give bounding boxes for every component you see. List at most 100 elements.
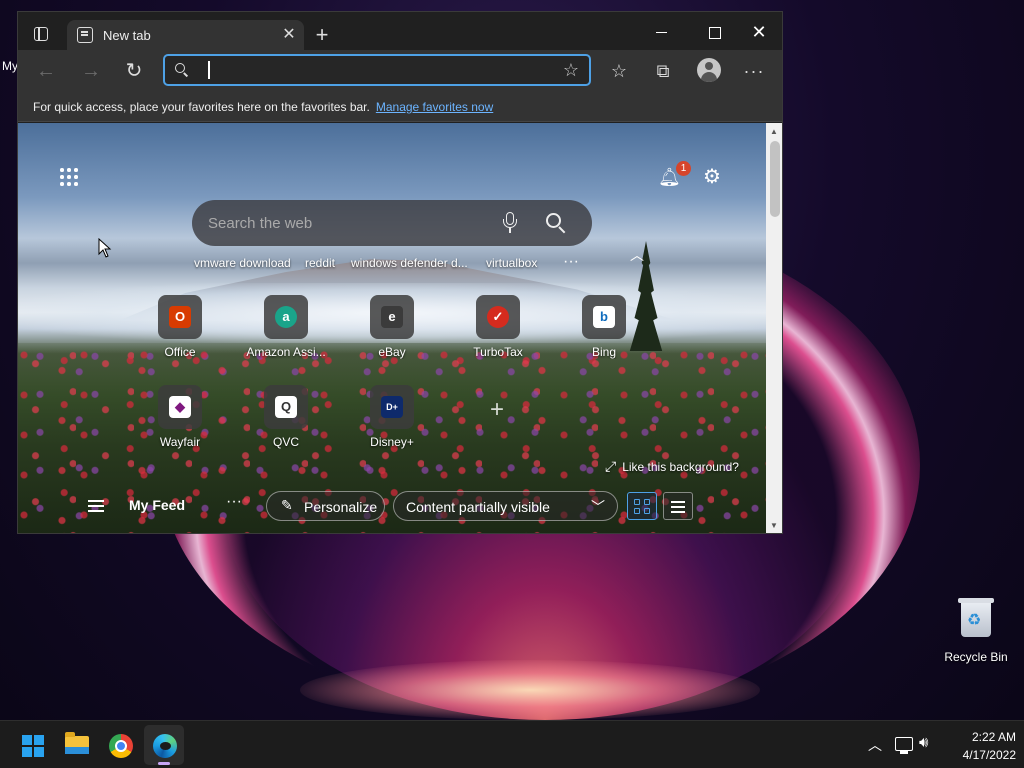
favorites-button[interactable]: ☆ [607, 59, 631, 83]
wallpaper-horizon [300, 660, 760, 720]
tab-new-tab[interactable]: New tab ✕ [67, 20, 304, 50]
tile-label: QVC [272, 435, 299, 449]
web-search-input[interactable] [208, 212, 478, 234]
scroll-down-arrow-icon[interactable]: ▼ [770, 521, 778, 530]
edge-browser-window: New tab ✕ + ✕ ← → ↻ ☆ ☆ ⧉ ··· For quick … [17, 11, 783, 534]
tile-label: TurboTax [473, 345, 523, 359]
pencil-icon: ✎ [281, 497, 293, 513]
address-input[interactable] [205, 59, 545, 81]
recent-search-link[interactable]: reddit [305, 256, 335, 270]
back-button[interactable]: ← [34, 59, 58, 83]
file-explorer-button[interactable] [56, 725, 96, 765]
add-site-plus-icon[interactable]: + [486, 398, 508, 422]
tile-label: Office [164, 345, 196, 359]
quick-link-tile[interactable]: O Office [135, 295, 225, 359]
feed-bar: My Feed ··· ✎ Personalize Content partia… [18, 487, 766, 533]
forward-button[interactable]: → [79, 59, 103, 83]
maximize-button[interactable] [702, 20, 726, 44]
text-caret [208, 61, 210, 79]
favorites-bar: For quick access, place your favorites h… [18, 92, 782, 122]
running-indicator [158, 762, 170, 765]
profile-avatar-button[interactable] [697, 58, 721, 82]
search-icon [175, 63, 189, 77]
taskbar: ︿ 🔊︎ 2:22 AM 4/17/2022 [0, 720, 1024, 768]
feed-title[interactable]: My Feed [129, 497, 185, 513]
start-button[interactable] [12, 725, 52, 765]
collections-button[interactable]: ⧉ [651, 59, 675, 83]
new-tab-button[interactable]: + [310, 24, 334, 48]
personalize-button[interactable]: ✎ Personalize [266, 491, 385, 521]
like-background-label: Like this background? [622, 460, 739, 474]
page-scrollbar[interactable]: ▲ ▼ [766, 123, 782, 533]
chrome-icon [109, 734, 133, 758]
tab-close-button[interactable]: ✕ [279, 25, 299, 45]
network-icon[interactable] [895, 737, 913, 754]
volume-icon[interactable]: 🔊︎ [919, 734, 928, 751]
favorites-bar-hint: For quick access, place your favorites h… [33, 100, 370, 114]
recycle-bin-label: Recycle Bin [944, 650, 1008, 664]
tile-label: Disney+ [370, 435, 414, 449]
close-window-button[interactable]: ✕ [747, 20, 771, 44]
browser-toolbar: ← → ↻ ☆ ☆ ⧉ ··· [18, 50, 782, 92]
folder-icon [65, 732, 89, 754]
quick-link-tile[interactable]: e eBay [347, 295, 437, 359]
tile-label: Wayfair [159, 435, 201, 449]
favorites-bar-message: For quick access, place your favorites h… [33, 100, 493, 114]
manage-favorites-link[interactable]: Manage favorites now [376, 100, 493, 114]
quick-link-tile[interactable]: ✓ TurboTax [453, 295, 543, 359]
turbotax-icon: ✓ [476, 295, 520, 339]
quick-link-tile[interactable]: ◆ Wayfair [135, 385, 225, 449]
mouse-pointer-icon [98, 238, 112, 258]
content-visibility-value: Content partially visible [406, 499, 550, 515]
recent-search-link[interactable]: vmware download [194, 256, 291, 270]
new-tab-page-icon [77, 27, 93, 43]
notification-badge: 1 [676, 161, 691, 176]
recycle-bin-shortcut[interactable]: ♻ Recycle Bin [940, 596, 1012, 664]
refresh-button[interactable]: ↻ [122, 59, 146, 83]
content-visibility-dropdown[interactable]: Content partially visible ﹀ [393, 491, 618, 521]
recent-search-link[interactable]: windows defender d... [351, 256, 468, 270]
clock-date[interactable]: 4/17/2022 [950, 748, 1016, 762]
scrollbar-thumb[interactable] [770, 141, 780, 217]
edge-button[interactable] [144, 725, 184, 765]
grid-view-toggle[interactable] [627, 492, 657, 520]
tab-bar: New tab ✕ + ✕ [18, 12, 782, 50]
quick-link-tile[interactable]: Q QVC [241, 385, 331, 449]
desktop-icon-label-partial[interactable]: My [2, 59, 18, 73]
expand-icon: ⤢ [605, 458, 617, 474]
edge-icon [153, 734, 177, 758]
add-favorite-star-icon[interactable]: ☆ [561, 60, 581, 80]
tab-actions-menu-button[interactable] [30, 23, 52, 45]
wayfair-icon: ◆ [158, 385, 202, 429]
recent-search-link[interactable]: virtualbox [486, 256, 537, 270]
clock-time[interactable]: 2:22 AM [950, 730, 1016, 744]
address-bar[interactable]: ☆ [163, 54, 591, 86]
hamburger-menu-icon[interactable] [88, 500, 106, 514]
quick-link-tile[interactable]: D+ Disney+ [347, 385, 437, 449]
chrome-button[interactable] [100, 725, 140, 765]
tab-title: New tab [103, 28, 151, 43]
tab-actions-icon [34, 27, 48, 41]
like-background-link[interactable]: ⤢ Like this background? [605, 458, 739, 475]
amazon-assistant-icon: a [264, 295, 308, 339]
tile-label: eBay [378, 345, 406, 359]
minimize-button[interactable] [650, 20, 674, 44]
chevron-up-icon[interactable]: ︿ [630, 245, 644, 265]
office-icon: O [158, 295, 202, 339]
web-search-box[interactable] [192, 200, 592, 246]
settings-more-button[interactable]: ··· [742, 59, 766, 83]
quick-link-tile[interactable]: a Amazon Assi... [241, 295, 331, 359]
page-settings-gear-icon[interactable]: ⚙ [701, 166, 723, 188]
quick-link-tile[interactable]: b Bing [559, 295, 649, 359]
chevron-down-icon: ﹀ [591, 499, 605, 515]
scroll-up-arrow-icon[interactable]: ▲ [770, 127, 778, 136]
microphone-icon[interactable] [502, 212, 518, 234]
search-icon[interactable] [546, 213, 568, 235]
recent-searches-more-icon[interactable]: ··· [563, 253, 579, 271]
ebay-icon: e [370, 295, 414, 339]
app-launcher-grid-icon[interactable] [60, 168, 80, 188]
list-view-toggle[interactable] [663, 492, 693, 520]
feed-more-icon[interactable]: ··· [226, 493, 242, 511]
tile-label: Bing [591, 345, 617, 359]
show-hidden-icons-chevron-icon[interactable]: ︿ [868, 735, 882, 755]
